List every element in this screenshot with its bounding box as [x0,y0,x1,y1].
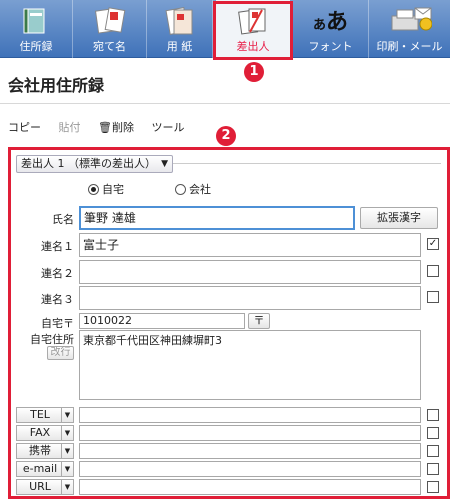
radio-company-indicator [175,184,186,195]
tel-input[interactable] [79,407,421,423]
tab-address-book[interactable]: 住所録 [0,0,73,58]
fax-input[interactable] [79,425,421,441]
address-textarea[interactable]: 東京都千代田区神田練塀町3 [79,330,421,400]
email-checkbox[interactable] [427,463,439,475]
page-title: 会社用住所録 [8,76,105,95]
printer-mail-icon [388,6,432,39]
mobile-input[interactable] [79,443,421,459]
ren2-label: 連名２ [41,267,74,280]
name-input[interactable]: 筆野 達雄 [79,206,355,230]
chevron-down-icon: ▼ [61,462,73,476]
ren2-input[interactable] [79,260,421,284]
fax-type-select[interactable]: FAX ▼ [16,425,74,441]
callout-badge-2: 2 [216,126,236,146]
address-label: 自宅住所 [30,333,74,346]
tab-font[interactable]: ああ フォント [293,0,369,58]
ren2-checkbox[interactable] [427,265,439,277]
line-break-button[interactable]: 改行 [47,346,74,360]
extended-kanji-button[interactable]: 拡張漢字 [360,207,438,229]
title-divider [0,103,450,104]
copy-button[interactable]: コピー [8,121,41,134]
radio-home[interactable]: 自宅 [88,181,124,197]
postcard-icon [93,6,127,39]
chevron-down-icon: ▼ [61,444,73,458]
ren3-label: 連名３ [41,293,74,306]
ren1-input[interactable]: 富士子 [79,233,421,257]
email-input[interactable] [79,461,421,477]
chevron-down-icon: ▼ [61,480,73,494]
url-checkbox[interactable] [427,481,439,493]
radio-company[interactable]: 会社 [175,181,211,197]
address-book-icon [20,6,52,39]
paste-button[interactable]: 貼付 [59,121,81,134]
tab-addressee[interactable]: 宛て名 [73,0,147,58]
callout-badge-1: 1 [244,62,264,82]
postal-lookup-button[interactable]: 〒 [248,313,270,329]
postal-label: 自宅〒 [41,317,74,330]
name-label: 氏名 [52,213,74,226]
mobile-checkbox[interactable] [427,445,439,457]
mobile-type-select[interactable]: 携帯 ▼ [16,443,74,459]
postal-input[interactable]: 1010022 [79,313,245,329]
paper-icon [163,6,197,39]
tool-button[interactable]: ツール [151,121,184,134]
tab-paper[interactable]: 用 紙 [147,0,213,58]
tel-checkbox[interactable] [427,409,439,421]
chevron-down-icon: ▼ [61,408,73,422]
font-icon: ああ [312,10,349,35]
url-type-select[interactable]: URL ▼ [16,479,74,495]
radio-home-indicator [88,184,99,195]
fax-checkbox[interactable] [427,427,439,439]
tab-print-mail[interactable]: 印刷・メール [369,0,450,58]
email-type-select[interactable]: e-mail ▼ [16,461,74,477]
ren1-checkbox[interactable]: ✓ [427,238,439,250]
delete-button[interactable]: 🗑削除 [98,121,134,134]
ren3-input[interactable] [79,286,421,310]
trash-icon: 🗑 [98,121,112,134]
sender-tab-highlight [213,1,293,60]
ren3-checkbox[interactable] [427,291,439,303]
url-input[interactable] [79,479,421,495]
toolbar: コピー 貼付 🗑削除 ツール [8,119,198,135]
chevron-down-icon: ▼ [61,426,73,440]
ren1-label: 連名１ [41,240,74,253]
sender-select[interactable]: 差出人 1 （標準の差出人） ▼ [16,155,173,173]
tel-type-select[interactable]: TEL ▼ [16,407,74,423]
chevron-down-icon: ▼ [161,159,168,169]
